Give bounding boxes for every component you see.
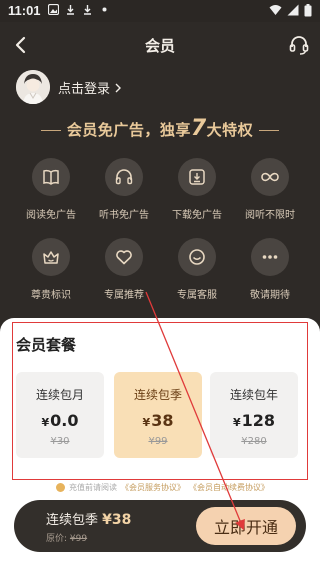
notification-icons xyxy=(48,4,110,15)
privilege-listen-no-ads[interactable]: 听书免广告 xyxy=(89,158,159,221)
chevron-right-icon xyxy=(115,83,122,92)
download-icon xyxy=(189,169,205,185)
divider xyxy=(40,129,61,132)
wifi-icon xyxy=(269,5,282,15)
headline-number: 7 xyxy=(190,116,207,141)
system-icons xyxy=(269,4,312,17)
purchase-bar: 连续包季 ¥38 原价: ¥99 立即开通 xyxy=(14,500,306,552)
plan-price-value: 0.0 xyxy=(50,411,79,430)
divider xyxy=(259,129,280,132)
service-agreement-link[interactable]: 《会员服务协议》 xyxy=(121,482,185,493)
customer-service-button[interactable] xyxy=(288,34,310,56)
currency-symbol: ¥ xyxy=(232,416,241,429)
privilege-label: 听书免广告 xyxy=(99,210,149,221)
privilege-read-no-ads[interactable]: 阅读免广告 xyxy=(16,158,86,221)
plan-name: 连续包季 xyxy=(133,388,182,402)
privilege-label: 敬请期待 xyxy=(250,290,290,301)
privilege-label: 阅听不限时 xyxy=(245,210,295,221)
headphones-icon xyxy=(115,169,133,185)
privilege-label: 下载免广告 xyxy=(172,210,222,221)
plan-price-value: 38 xyxy=(151,411,174,430)
plan-price: ¥128 xyxy=(210,411,298,430)
plan-price-value: 128 xyxy=(241,411,276,430)
headline-prefix: 会员免广告，独享 xyxy=(66,121,191,139)
crown-badge-icon xyxy=(43,251,59,264)
heart-icon xyxy=(116,250,132,265)
privilege-label: 专属推荐 xyxy=(104,290,144,301)
original-label: 原价: xyxy=(46,534,68,544)
agreement-row: 充值前请阅读 《会员服务协议》 《会员自动续费协议》 xyxy=(56,482,269,493)
plan-original-price: ¥99 xyxy=(148,436,168,447)
smile-icon xyxy=(189,249,205,265)
privilege-service[interactable]: 专属客服 xyxy=(162,238,232,301)
selected-plan-original: 原价: ¥99 xyxy=(46,531,87,544)
subscribe-button[interactable]: 立即开通 xyxy=(196,507,296,545)
dot-icon xyxy=(102,7,107,12)
privilege-recommend[interactable]: 专属推荐 xyxy=(89,238,159,301)
image-icon xyxy=(48,4,59,15)
privilege-headline: 会员免广告，独享7大特权 xyxy=(0,116,320,141)
download-status-icon xyxy=(84,5,91,15)
login-text: 点击登录 xyxy=(58,82,111,97)
plan-name: 连续包年 xyxy=(229,388,278,402)
book-icon xyxy=(43,169,59,185)
more-icon xyxy=(262,255,278,259)
plan-card-yearly[interactable]: 连续包年 ¥128 ¥280 xyxy=(210,372,298,458)
signal-icon xyxy=(287,4,299,16)
privilege-label: 尊贵标识 xyxy=(31,290,71,301)
plan-original-price: ¥30 xyxy=(50,436,70,447)
plan-original-price: ¥280 xyxy=(241,436,267,447)
login-link[interactable]: 点击登录 xyxy=(58,78,122,97)
privilege-coming-soon[interactable]: 敬请期待 xyxy=(235,238,305,301)
battery-icon xyxy=(304,4,312,17)
headline-suffix: 大特权 xyxy=(206,121,254,139)
agreement-checkbox[interactable] xyxy=(56,483,65,492)
headset-icon xyxy=(289,36,309,55)
plan-card-quarterly[interactable]: 连续包季 ¥38 ¥99 xyxy=(114,372,202,458)
privilege-unlimited[interactable]: 阅听不限时 xyxy=(235,158,305,221)
original-price: ¥99 xyxy=(69,534,88,544)
plans-title: 会员套餐 xyxy=(16,336,77,354)
selected-plan-name: 连续包季 xyxy=(46,513,99,528)
status-time: 11:01 xyxy=(8,3,41,18)
selected-plan-price: ¥38 xyxy=(102,512,132,528)
plan-card-monthly[interactable]: 连续包月 ¥0.0 ¥30 xyxy=(16,372,104,458)
plan-name: 连续包月 xyxy=(35,388,84,402)
status-bar: 11:01 xyxy=(0,0,320,22)
page-title: 会员 xyxy=(144,37,175,55)
privilege-label: 专属客服 xyxy=(177,290,217,301)
infinity-icon xyxy=(261,172,279,182)
agreement-prefix: 充值前请阅读 xyxy=(69,483,117,492)
privilege-download-no-ads[interactable]: 下载免广告 xyxy=(162,158,232,221)
currency-symbol: ¥ xyxy=(41,416,50,429)
auto-renew-agreement-link[interactable]: 《会员自动续费协议》 xyxy=(189,482,269,493)
selected-plan-summary: 连续包季 ¥38 xyxy=(46,509,131,528)
avatar[interactable] xyxy=(16,70,50,104)
plan-price: ¥0.0 xyxy=(16,411,104,430)
currency-symbol: ¥ xyxy=(142,416,151,429)
privilege-label: 阅读免广告 xyxy=(26,210,76,221)
privilege-badge[interactable]: 尊贵标识 xyxy=(16,238,86,301)
app-header: 会员 xyxy=(0,22,320,68)
avatar-icon xyxy=(16,70,50,104)
plan-price: ¥38 xyxy=(114,411,202,430)
download-status-icon xyxy=(67,5,74,15)
